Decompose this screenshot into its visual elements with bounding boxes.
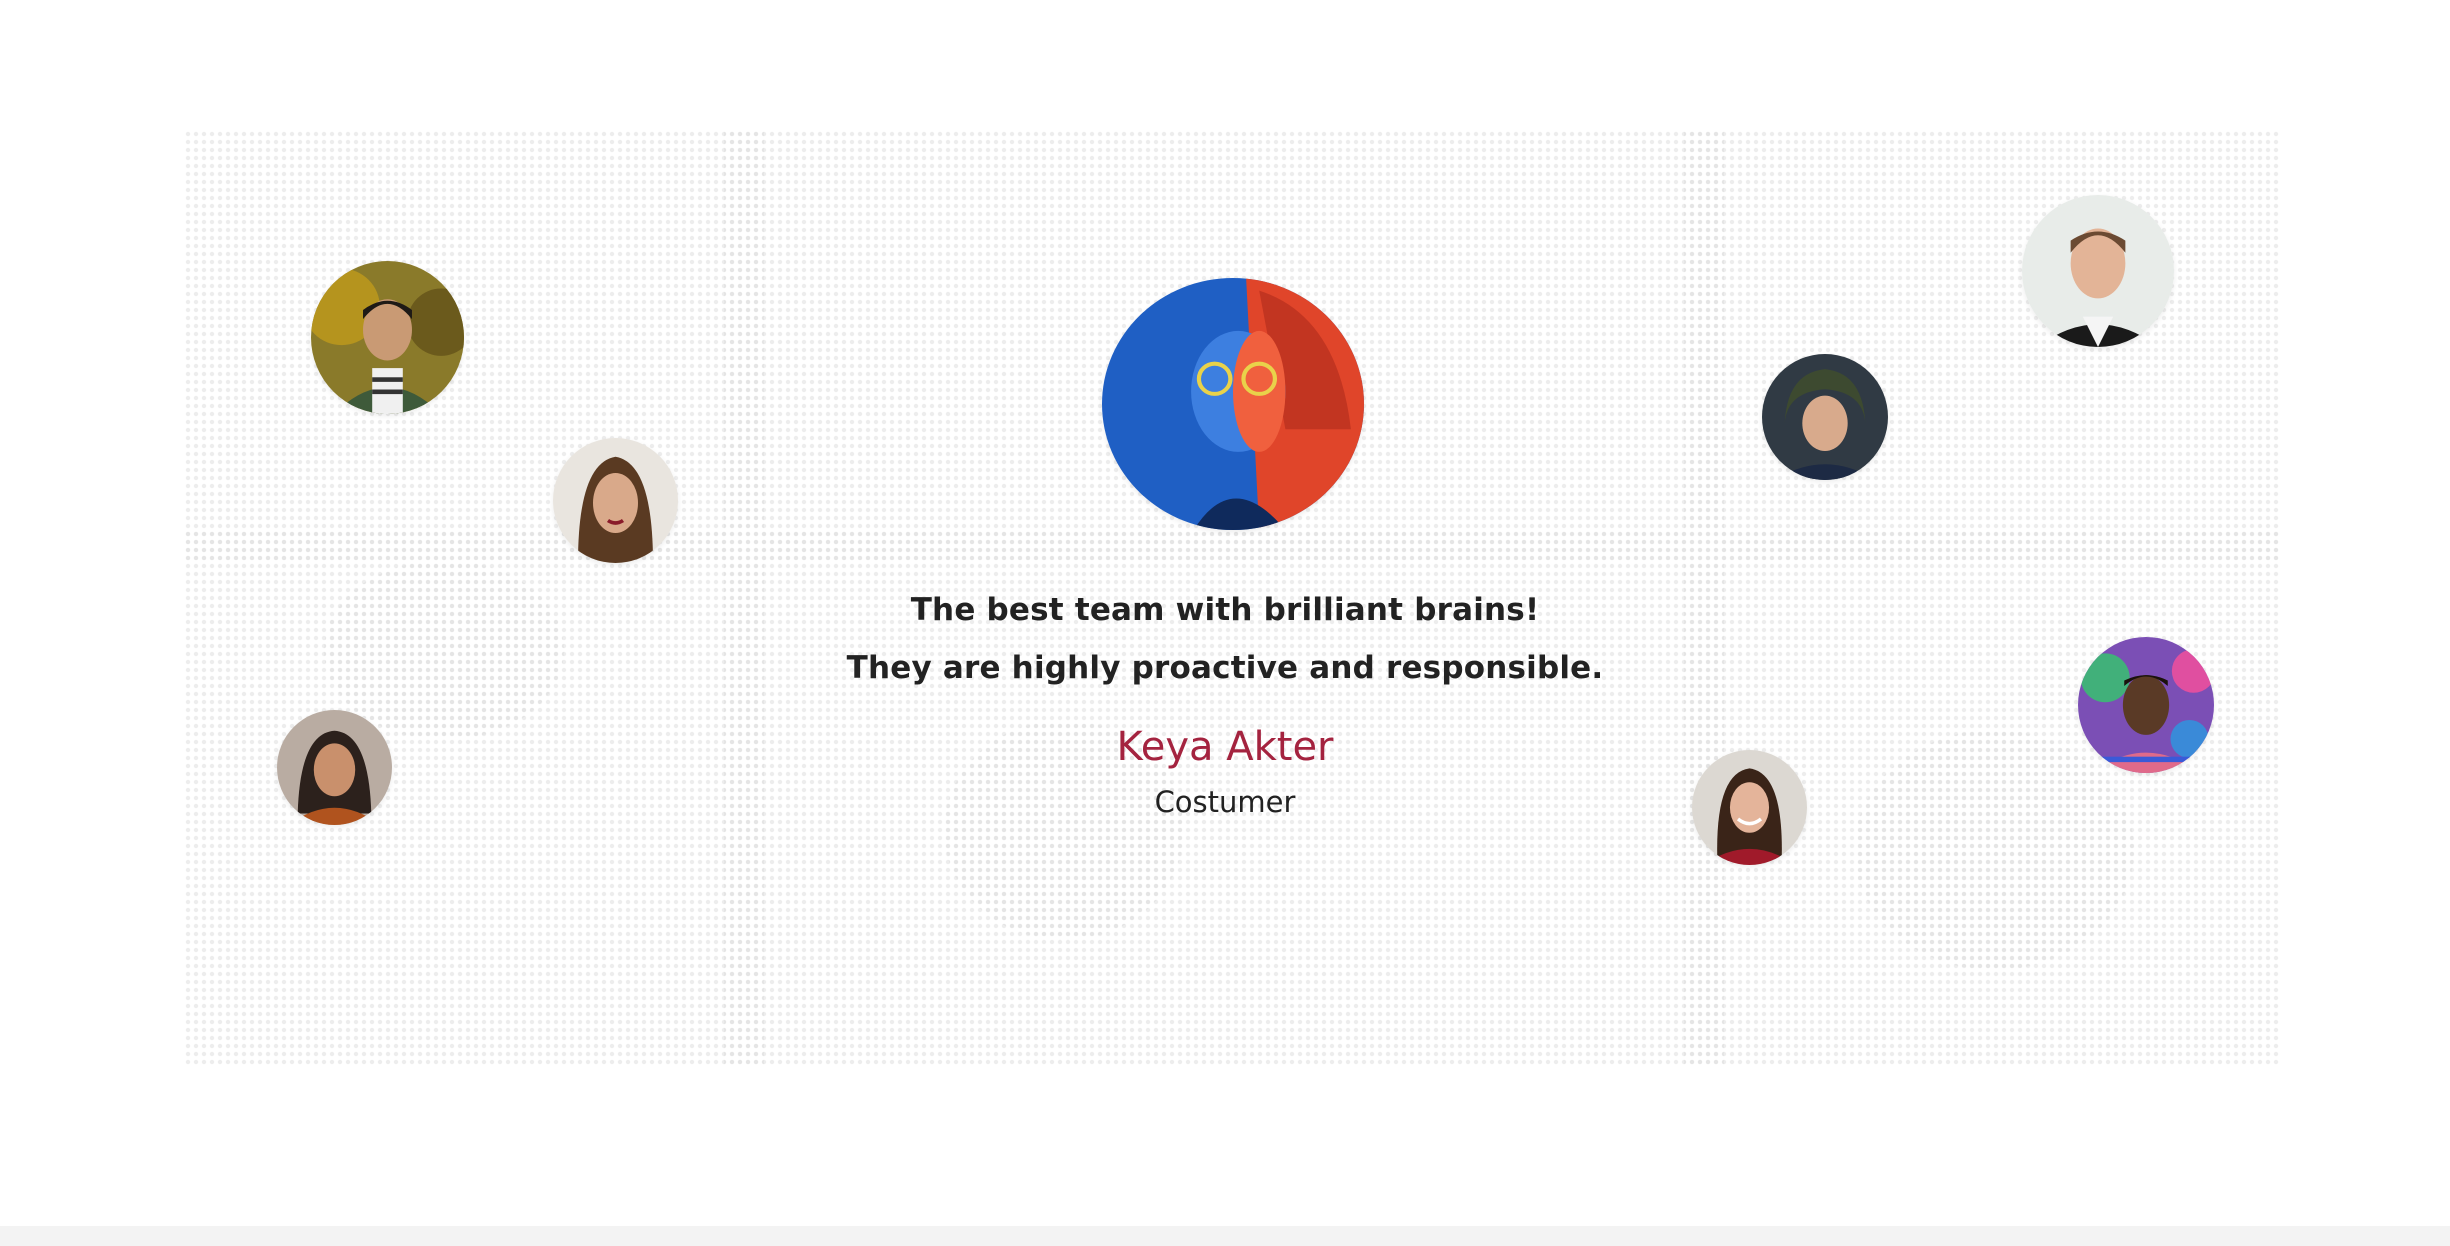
team-member-avatar-left-top bbox=[311, 261, 464, 414]
testimonial-author-role: Costumer bbox=[1154, 785, 1296, 819]
testimonial-section: The best team with brilliant brains! The… bbox=[0, 0, 2450, 1246]
page-bottom-strip bbox=[0, 1226, 2450, 1246]
team-member-avatar-right-upper bbox=[1762, 354, 1888, 480]
testimonial-author-avatar bbox=[1102, 278, 1364, 530]
testimonial-author-name: Keya Akter bbox=[1116, 724, 1334, 770]
testimonial-quote-line-1: The best team with brilliant brains! bbox=[910, 592, 1540, 628]
testimonial-quote-line-2: They are highly proactive and responsibl… bbox=[846, 650, 1604, 686]
team-member-avatar-right-top bbox=[2022, 195, 2174, 347]
team-member-avatar-left-middle bbox=[553, 438, 678, 563]
